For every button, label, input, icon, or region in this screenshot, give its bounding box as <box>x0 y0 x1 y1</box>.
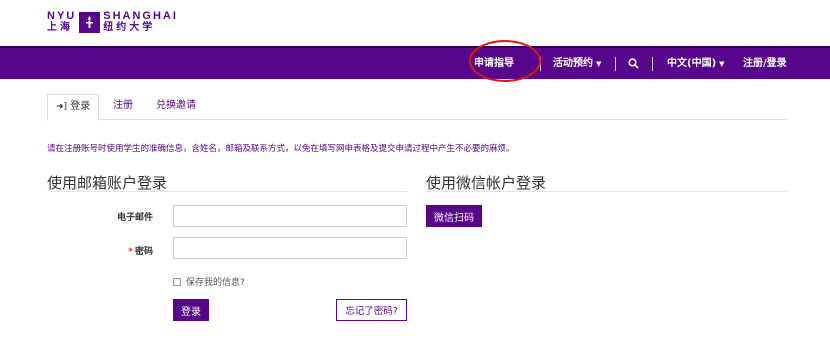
logo-nyu-text: NYU <box>47 10 77 22</box>
tab-register[interactable]: 注册 <box>105 94 141 120</box>
logo-nyu-cn-text: 纽约大学 <box>103 22 156 33</box>
tab-login[interactable]: ➜] 登录 <box>47 94 100 121</box>
password-field[interactable] <box>173 237 407 259</box>
required-mark: * <box>128 247 133 257</box>
nav-events-dropdown[interactable]: 活动预约 ▼ <box>553 48 601 79</box>
login-tabs: ➜] 登录 注册 兑换邀请 <box>47 94 787 121</box>
caret-down-icon: ▼ <box>596 60 602 68</box>
nav-divider <box>540 57 541 71</box>
nyu-shanghai-logo[interactable]: NYU 上海 SHANGHAI 纽约大学 <box>47 9 178 35</box>
logo-shanghai-cn-text: 上海 <box>47 22 73 33</box>
logo-shanghai-text: SHANGHAI <box>103 10 178 22</box>
forgot-password-button[interactable]: 忘记了密码? <box>336 299 407 321</box>
nav-apply-guide[interactable]: 申请指导 <box>474 48 514 79</box>
sign-in-icon: ➜] <box>56 102 68 112</box>
nav-events-label: 活动预约 <box>553 58 593 69</box>
nav-search-button[interactable] <box>628 48 639 79</box>
section-divider <box>47 191 407 192</box>
email-login-title: 使用邮箱账户登录 <box>47 174 168 192</box>
nav-divider <box>615 57 616 71</box>
wechat-scan-button[interactable]: 微信扫码 <box>426 205 482 227</box>
nav-language-label: 中文(中国) <box>667 58 717 69</box>
tab-login-label: 登录 <box>70 101 91 112</box>
torch-icon <box>79 11 101 33</box>
caret-down-icon: ▼ <box>719 60 725 68</box>
email-label: 电子邮件 <box>116 213 153 223</box>
main-navbar: 申请指导 活动预约 ▼ 中文(中国) ▼ 注册/登录 <box>0 46 830 79</box>
email-field[interactable] <box>173 205 407 227</box>
nav-language-dropdown[interactable]: 中文(中国) ▼ <box>667 48 725 79</box>
login-button[interactable]: 登录 <box>173 299 209 321</box>
remember-me-label: 保存我的信息? <box>186 278 245 288</box>
nav-divider <box>652 57 653 71</box>
nav-register-login[interactable]: 注册/登录 <box>743 48 787 79</box>
section-divider <box>426 191 787 192</box>
registration-notice: 请在注册账号时使用学生的准确信息，含姓名，邮箱及联系方式，以免在填写网申表格及提… <box>47 144 515 154</box>
search-icon <box>628 57 639 69</box>
password-label: 密码 <box>134 247 153 257</box>
remember-me-checkbox[interactable] <box>173 277 181 286</box>
password-label-row: * 密码 <box>73 244 153 257</box>
wechat-login-title: 使用微信帐户登录 <box>426 174 547 192</box>
tab-redeem-invite[interactable]: 兑换邀请 <box>148 94 204 120</box>
remember-me-row[interactable]: 保存我的信息? <box>173 275 245 288</box>
